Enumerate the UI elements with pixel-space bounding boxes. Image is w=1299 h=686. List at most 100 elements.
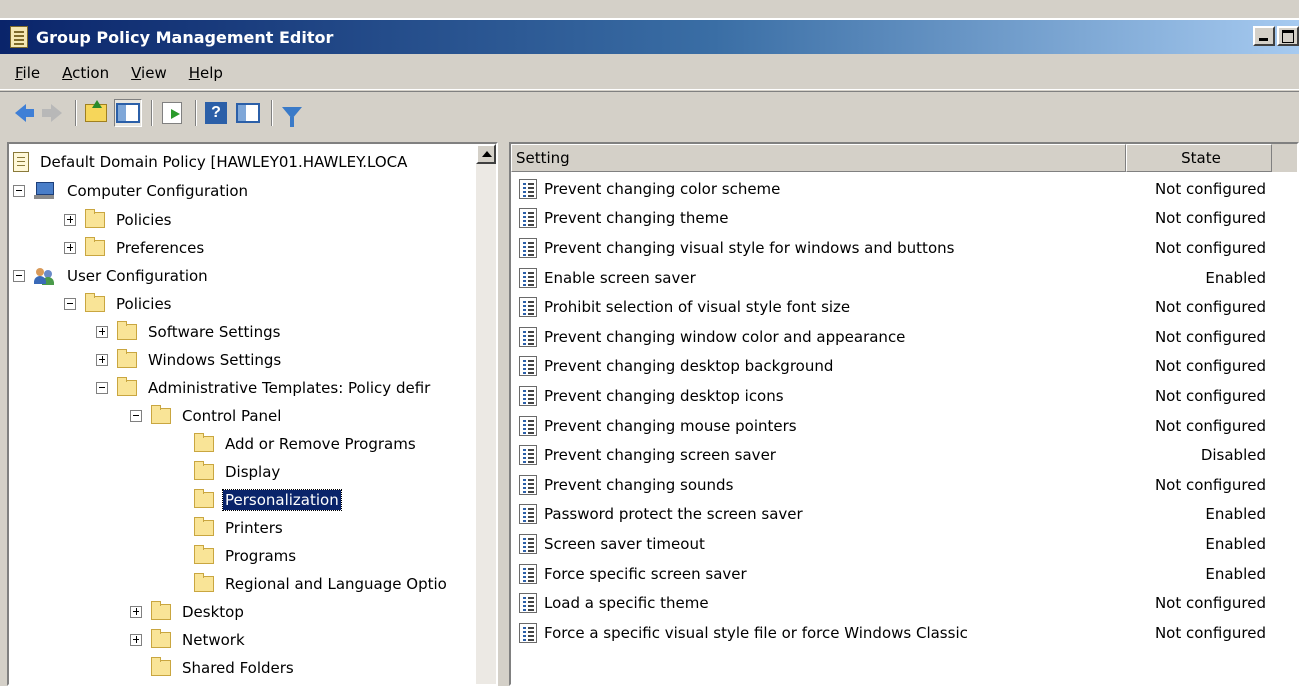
expand-icon[interactable]: [96, 354, 108, 366]
collapse-icon[interactable]: [96, 382, 108, 394]
expand-icon[interactable]: [130, 634, 142, 646]
list-item[interactable]: Prevent changing window color and appear…: [511, 322, 1297, 352]
folder-icon: [194, 489, 214, 508]
setting-name-cell: Prevent changing sounds: [511, 474, 1126, 495]
maximize-button[interactable]: [1277, 26, 1299, 46]
up-one-level-button[interactable]: [82, 99, 110, 127]
filter-button[interactable]: [278, 99, 306, 127]
window-controls: [1251, 26, 1299, 46]
setting-name-cell: Prevent changing theme: [511, 208, 1126, 229]
pane-splitter[interactable]: [498, 142, 509, 686]
policy-setting-icon: [519, 533, 537, 554]
vertical-scrollbar[interactable]: [476, 144, 496, 684]
list-item[interactable]: Prevent changing color scheme Not configu…: [511, 174, 1297, 204]
tree-item-label: Policies: [116, 211, 172, 229]
menu-file[interactable]: File: [4, 64, 51, 82]
export-list-button[interactable]: [158, 99, 186, 127]
expand-icon[interactable]: [64, 214, 76, 226]
menu-view[interactable]: View: [120, 64, 178, 82]
list-item[interactable]: Force specific screen saver Enabled: [511, 559, 1297, 589]
setting-name: Screen saver timeout: [544, 534, 705, 553]
tree-item-default-domain-policy[interactable]: Default Domain Policy [HAWLEY01.HAWLEY.L…: [13, 148, 409, 176]
expand-icon[interactable]: [64, 242, 76, 254]
menu-action[interactable]: Action: [51, 64, 120, 82]
tree-item-printers[interactable]: Printers: [194, 514, 285, 542]
show-hide-console-tree-button[interactable]: [114, 98, 142, 127]
scroll-up-arrow-icon[interactable]: [476, 144, 496, 164]
column-header-setting[interactable]: Setting: [511, 144, 1126, 172]
list-item[interactable]: Force a specific visual style file or fo…: [511, 618, 1297, 648]
policy-setting-icon: [519, 474, 537, 495]
list-item[interactable]: Prohibit selection of visual style font …: [511, 292, 1297, 322]
column-header-state[interactable]: State: [1126, 144, 1272, 172]
list-item[interactable]: Prevent changing screen saver Disabled: [511, 440, 1297, 470]
forward-button[interactable]: [38, 99, 66, 127]
tree-item-programs[interactable]: Programs: [194, 542, 298, 570]
list-item[interactable]: Prevent changing visual style for window…: [511, 233, 1297, 263]
tree-item-computer-policies[interactable]: Policies: [64, 206, 173, 234]
menu-help[interactable]: Help: [178, 64, 234, 82]
setting-name: Enable screen saver: [544, 268, 696, 287]
tree-item-desktop[interactable]: Desktop: [130, 598, 246, 626]
setting-name: Force a specific visual style file or fo…: [544, 623, 968, 642]
setting-name-cell: Screen saver timeout: [511, 533, 1126, 554]
help-button[interactable]: ?: [202, 99, 230, 127]
policy-setting-icon: [519, 445, 537, 466]
setting-state: Disabled: [1200, 446, 1266, 465]
toolbar-separator: [75, 99, 77, 126]
policy-setting-icon: [519, 385, 537, 406]
folder-icon: [194, 461, 214, 480]
folder-icon: [151, 657, 171, 676]
tree-item-personalization[interactable]: Personalization: [194, 486, 342, 514]
minimize-button[interactable]: [1253, 26, 1275, 46]
tree-item-label: Programs: [225, 547, 297, 565]
tree-item-computer-configuration[interactable]: Computer Configuration: [13, 177, 250, 205]
list-item[interactable]: Prevent changing mouse pointers Not confi…: [511, 411, 1297, 441]
console-tree-pane[interactable]: Default Domain Policy [HAWLEY01.HAWLEY.L…: [7, 142, 498, 686]
back-icon: [14, 103, 34, 122]
tree-item-display[interactable]: Display: [194, 458, 282, 486]
list-item[interactable]: Prevent changing desktop icons Not config…: [511, 381, 1297, 411]
tree-item-computer-preferences[interactable]: Preferences: [64, 234, 206, 262]
show-hide-action-pane-icon: [236, 102, 260, 123]
tree-item-software-settings[interactable]: Software Settings: [96, 318, 282, 346]
collapse-icon[interactable]: [64, 298, 76, 310]
tree-item-network[interactable]: Network: [130, 626, 247, 654]
folder-icon: [194, 573, 214, 592]
setting-name-cell: Enable screen saver: [511, 267, 1126, 288]
expand-icon[interactable]: [96, 326, 108, 338]
tree-item-label: Display: [225, 463, 281, 481]
list-item[interactable]: Enable screen saver Enabled: [511, 263, 1297, 293]
list-item[interactable]: Prevent changing theme Not configured: [511, 204, 1297, 234]
show-hide-console-tree-icon: [116, 102, 140, 123]
list-item[interactable]: Prevent changing desktop background Not c…: [511, 352, 1297, 382]
list-item[interactable]: Prevent changing sounds Not configured: [511, 470, 1297, 500]
policy-setting-icon: [519, 622, 537, 643]
settings-list-pane[interactable]: Setting State Prevent changing color sch…: [509, 142, 1299, 686]
tree-item-add-or-remove-programs[interactable]: Add or Remove Programs: [194, 430, 418, 458]
tree-item-regional-and-language[interactable]: Regional and Language Optio: [194, 570, 449, 598]
collapse-icon[interactable]: [130, 410, 142, 422]
tree-item-user-configuration[interactable]: User Configuration: [13, 262, 210, 290]
tree-item-label: Default Domain Policy [HAWLEY01.HAWLEY.L…: [40, 153, 408, 171]
policy-setting-icon: [519, 593, 537, 614]
folder-icon: [194, 433, 214, 452]
tree-item-windows-settings[interactable]: Windows Settings: [96, 346, 283, 374]
tree-item-control-panel[interactable]: Control Panel: [130, 402, 283, 430]
setting-name-cell: Prevent changing color scheme: [511, 178, 1126, 199]
tree-item-label: Administrative Templates: Policy defir: [148, 379, 431, 397]
window-title: Group Policy Management Editor: [36, 27, 334, 47]
list-item[interactable]: Screen saver timeout Enabled: [511, 529, 1297, 559]
setting-name: Prevent changing theme: [544, 209, 729, 228]
tree-item-administrative-templates[interactable]: Administrative Templates: Policy defir: [96, 374, 432, 402]
show-hide-action-pane-button[interactable]: [234, 99, 262, 127]
expand-icon[interactable]: [130, 606, 142, 618]
collapse-icon[interactable]: [13, 185, 25, 197]
collapse-icon[interactable]: [13, 270, 25, 282]
tree-item-shared-folders[interactable]: Shared Folders: [130, 654, 296, 682]
back-button[interactable]: [6, 99, 34, 127]
list-item[interactable]: Load a specific theme Not configured: [511, 588, 1297, 618]
list-item[interactable]: Password protect the screen saver Enabled: [511, 500, 1297, 530]
tree-item-user-policies[interactable]: Policies: [64, 290, 173, 318]
policy-document-icon: [13, 152, 29, 172]
